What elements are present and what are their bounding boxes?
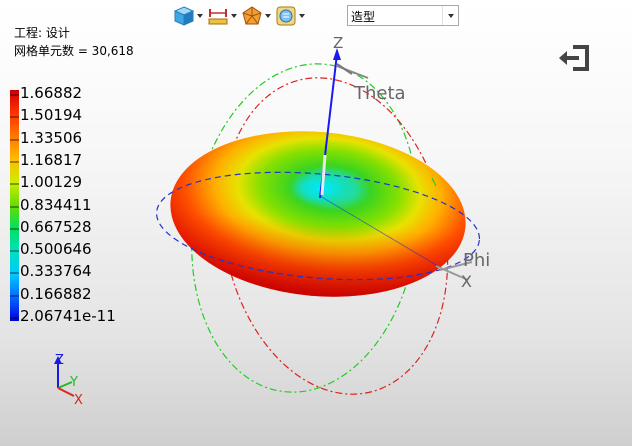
mesh-element-count: 网格单元数 = 30,618	[14, 44, 134, 58]
chevron-down-icon[interactable]	[442, 6, 458, 25]
render-mode-icon	[240, 4, 264, 28]
legend-tick	[10, 317, 19, 319]
display-settings-icon	[274, 4, 298, 28]
legend-tick	[10, 272, 19, 275]
legend-tick	[10, 116, 19, 119]
phi-axis-label: Phi	[463, 250, 490, 271]
render-mode-button[interactable]	[240, 4, 274, 28]
legend-tick	[10, 160, 19, 163]
radiation-pattern-torus	[170, 131, 466, 297]
chevron-down-icon[interactable]	[196, 4, 204, 28]
project-label: 工程: 设计	[14, 26, 70, 40]
z-axis-label: Z	[333, 34, 343, 52]
coordinate-triad: Z Y X	[54, 353, 83, 408]
view-cube-button[interactable]	[172, 4, 206, 28]
triad-x-label: X	[74, 393, 83, 408]
triad-z-label: Z	[55, 353, 64, 368]
view-cube-icon	[172, 4, 196, 28]
radiation-pattern-viewport[interactable]: Z Theta Phi X Z Y X	[0, 0, 632, 446]
legend-label: 1.16817	[20, 150, 83, 169]
legend-label: 0.333764	[20, 262, 92, 281]
exit-icon	[559, 45, 589, 71]
view-mode-value: 造型	[351, 10, 376, 24]
chevron-down-icon[interactable]	[264, 4, 272, 28]
legend-label: 1.33506	[20, 128, 83, 147]
legend-label: 0.667528	[20, 217, 92, 236]
exit-button[interactable]	[557, 43, 593, 73]
legend-label: 1.00129	[20, 173, 83, 192]
legend-tick	[10, 94, 19, 96]
toolbar	[172, 3, 308, 29]
legend-label: 2.06741e-11	[20, 307, 116, 325]
legend-tick	[10, 227, 19, 230]
chevron-down-icon[interactable]	[230, 4, 238, 28]
display-settings-button[interactable]	[274, 4, 308, 28]
legend-tick	[10, 183, 19, 186]
legend-tick	[10, 138, 19, 141]
legend-tick	[10, 294, 19, 297]
measure-button[interactable]	[206, 4, 240, 28]
legend-label: 0.834411	[20, 195, 92, 214]
chevron-down-icon[interactable]	[298, 4, 306, 28]
view-mode-select[interactable]: 造型	[347, 5, 459, 26]
theta-vector	[336, 63, 369, 79]
legend-label: 0.500646	[20, 240, 92, 259]
legend-tick	[10, 205, 19, 208]
color-legend-bar	[10, 90, 19, 321]
legend-tick	[10, 250, 19, 253]
theta-axis-label: Theta	[353, 83, 406, 104]
legend-label: 0.166882	[20, 284, 92, 303]
x-axis-label: X	[461, 272, 472, 291]
triad-y-label: Y	[69, 375, 78, 390]
legend-label: 1.66882	[20, 84, 83, 102]
legend-label: 1.50194	[20, 106, 83, 125]
measure-icon	[206, 4, 230, 28]
